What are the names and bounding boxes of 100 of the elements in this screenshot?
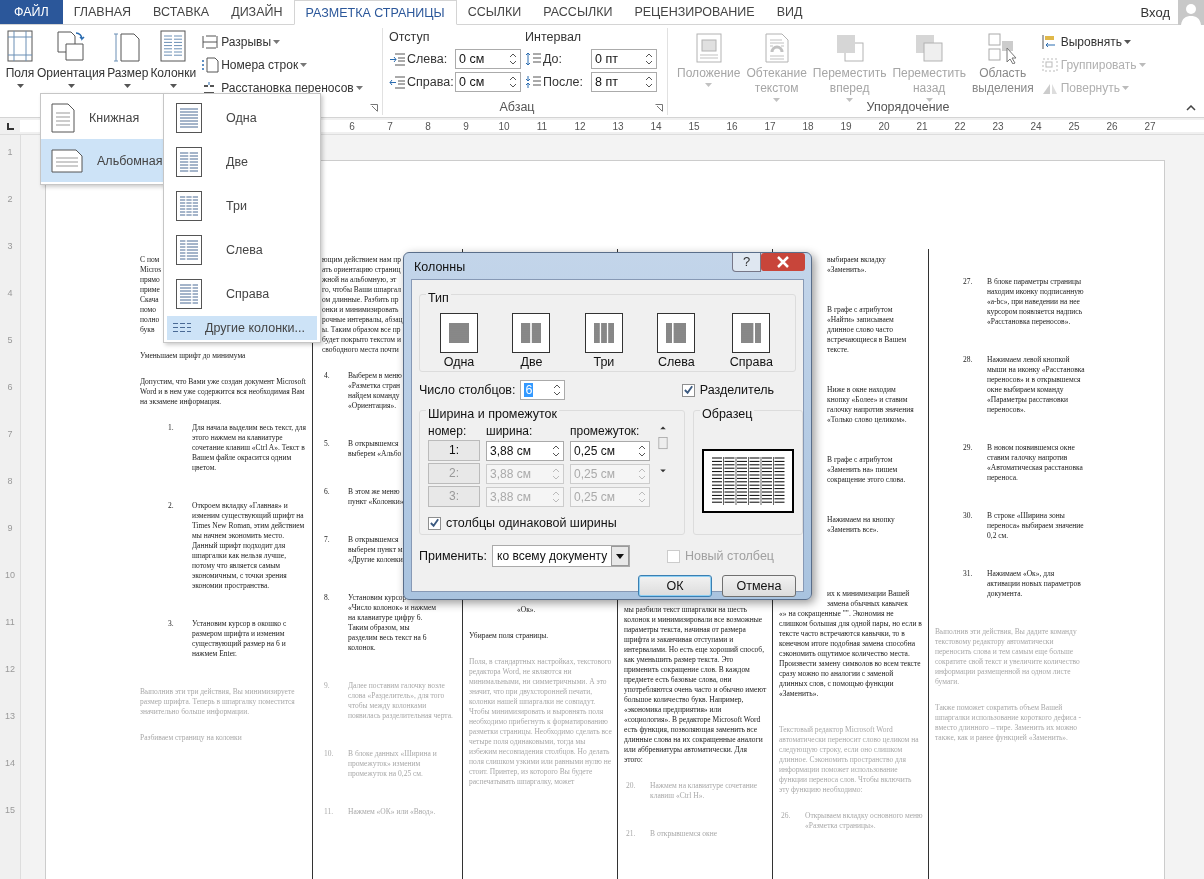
dropdown-field[interactable]: ко всему документу: [492, 545, 631, 567]
ribbon-tab[interactable]: ДИЗАЙН: [220, 0, 294, 24]
ruler-number: 19: [839, 120, 853, 132]
ruler-number: 11: [535, 120, 549, 132]
caret-icon: [846, 98, 854, 102]
ribbon-tab[interactable]: РАЗМЕТКА СТРАНИЦЫ: [293, 0, 457, 25]
caret-icon: [355, 85, 363, 90]
ribbon-tab[interactable]: РЕЦЕНЗИРОВАНИЕ: [623, 0, 766, 24]
group-title: Образец: [700, 407, 755, 421]
ribbon-tab[interactable]: ГЛАВНАЯ: [62, 0, 143, 24]
column-layout-icon: [176, 191, 202, 221]
ruler-number: 6: [7, 382, 13, 394]
ok-button[interactable]: ОК: [638, 575, 712, 597]
ribbon-tab[interactable]: РАССЫЛКИ: [532, 0, 624, 24]
number-field[interactable]: 0 пт: [591, 49, 657, 69]
ruler-number: 20: [877, 120, 891, 132]
cancel-button[interactable]: Отмена: [722, 575, 796, 597]
ribbon-tab[interactable]: ВИД: [765, 0, 814, 24]
column-layout-icon: [176, 235, 202, 265]
spin-arrows-icon: [645, 51, 653, 67]
help-button[interactable]: ?: [732, 253, 761, 272]
ruler-number: 9: [7, 523, 13, 535]
ruler-number: 8: [424, 120, 432, 132]
caret-icon: [124, 84, 132, 88]
number-field[interactable]: 0,25 см: [570, 440, 650, 461]
ruler-number: 13: [5, 711, 15, 723]
ribbon-button[interactable]: Область выделения: [968, 28, 1037, 102]
column-layout-icon: [176, 147, 202, 177]
preset-option[interactable]: Слева: [657, 313, 696, 369]
layers-icon: [913, 32, 946, 64]
preset-option[interactable]: Одна: [440, 313, 478, 369]
ruler-number: 16: [725, 120, 739, 132]
ruler-number: 25: [1067, 120, 1081, 132]
menu-item[interactable]: Другие колонки...: [167, 316, 317, 340]
menu-item[interactable]: Слева: [164, 228, 320, 272]
ribbon-button[interactable]: Разрывы: [201, 32, 363, 51]
field-label: Справа:: [407, 75, 453, 89]
indent-icon: [389, 52, 405, 66]
group-title: Абзац: [498, 100, 536, 114]
ruler-number: 2: [7, 194, 13, 206]
ruler-number: 3: [7, 241, 13, 253]
ruler-number: 12: [5, 664, 15, 676]
tab-stop-icon[interactable]: [5, 121, 15, 131]
ruler-number: 1: [7, 147, 13, 159]
equal-width-checkbox[interactable]: столбцы одинаковой ширины: [428, 516, 654, 530]
collapse-ribbon-icon[interactable]: [1186, 105, 1196, 111]
sign-in-link[interactable]: Вход: [1140, 4, 1170, 20]
column-layout-icon: [584, 313, 623, 353]
page-break-icon: [201, 33, 220, 50]
dialog-launcher-icon[interactable]: [655, 104, 663, 112]
number-field[interactable]: 8 пт: [591, 72, 657, 92]
ribbon-tab[interactable]: ФАЙЛ: [0, 0, 63, 24]
ribbon-button[interactable]: Выровнять: [1040, 32, 1146, 51]
ruler-number: 14: [5, 758, 15, 770]
ruler-number: 10: [497, 120, 511, 132]
ruler-number: 23: [991, 120, 1005, 132]
preset-option[interactable]: Три: [584, 313, 623, 369]
preset-option[interactable]: Справа: [729, 313, 773, 369]
menu-item[interactable]: Три: [164, 184, 320, 228]
column-layout-icon: [176, 103, 202, 133]
number-field[interactable]: 3,88 см: [486, 440, 564, 461]
checkbox[interactable]: [681, 383, 695, 397]
landscape-page-icon: [51, 148, 83, 173]
caret-icon: [273, 39, 281, 44]
close-icon[interactable]: [761, 253, 805, 271]
check-icon: [429, 517, 440, 529]
column-number: 2:: [428, 463, 480, 484]
ribbon-tab[interactable]: ССЫЛКИ: [456, 0, 533, 24]
portrait-page-icon: [51, 102, 75, 133]
number-field[interactable]: 0 см: [455, 49, 521, 69]
number-field[interactable]: 0 см: [455, 72, 521, 92]
check-icon: [682, 384, 694, 396]
spin-arrows-icon: [509, 74, 517, 90]
ribbon-button[interactable]: Номера строк: [201, 55, 363, 74]
menu-item[interactable]: Справа: [164, 272, 320, 316]
ruler-number: 5: [7, 335, 13, 347]
ruler-number: 8: [7, 476, 13, 488]
column-header: промежуток:: [570, 424, 641, 438]
ribbon-button[interactable]: Расстановка переносов: [201, 78, 363, 97]
group-title: Упорядочение: [865, 100, 951, 114]
ruler-number: 4: [7, 288, 13, 300]
menu-item[interactable]: Две: [164, 140, 320, 184]
selection-pane-icon: [986, 32, 1019, 64]
ruler-number: 26: [1105, 120, 1119, 132]
menu-item[interactable]: Альбомная: [41, 139, 164, 182]
pages-icon: [56, 30, 87, 62]
caret-icon: [1121, 85, 1129, 90]
group-title: Тип: [426, 291, 451, 305]
caret-icon: [67, 84, 75, 88]
caret-icon: [925, 98, 933, 102]
ruler-number: 7: [386, 120, 394, 132]
separator-checkbox[interactable]: Разделитель: [681, 383, 774, 397]
checkbox[interactable]: [428, 516, 441, 530]
caret-icon: [705, 83, 713, 87]
dialog-launcher-icon[interactable]: [370, 104, 378, 112]
preset-option[interactable]: Две: [512, 313, 551, 369]
ribbon-button[interactable]: Поля: [4, 28, 36, 115]
ruler-number: 22: [953, 120, 967, 132]
ribbon-tab[interactable]: ВСТАВКА: [142, 0, 221, 24]
ruler-number: 15: [687, 120, 701, 132]
